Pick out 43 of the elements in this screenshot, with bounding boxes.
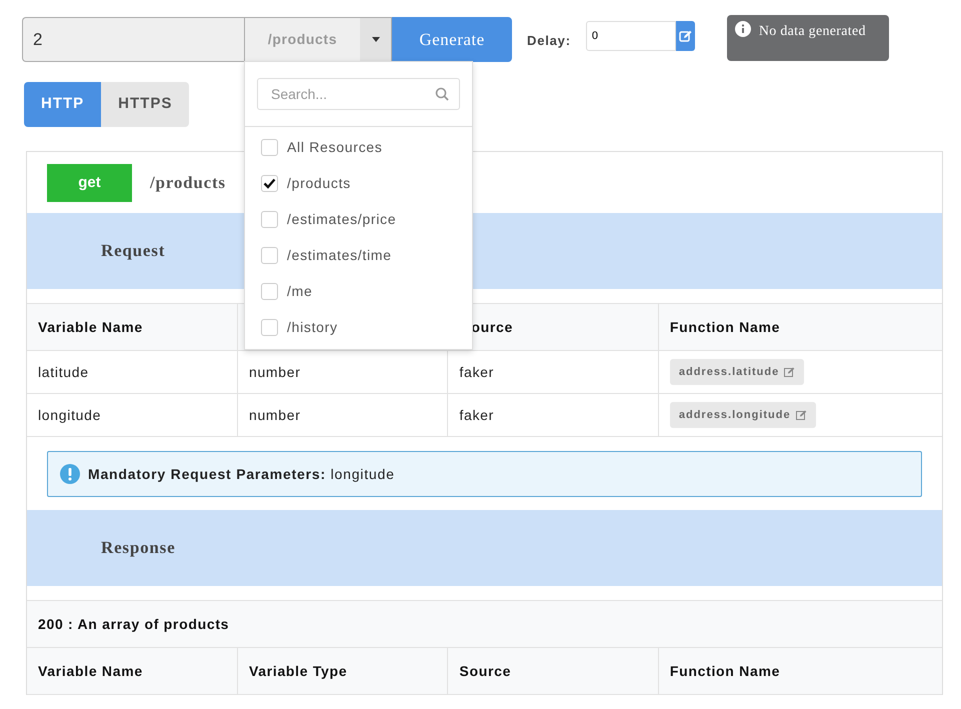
count-field[interactable]: 2 xyxy=(22,17,244,62)
search-icon xyxy=(435,87,449,101)
checkbox[interactable] xyxy=(261,246,278,264)
resource-option[interactable]: /estimates/time xyxy=(287,244,392,266)
table-cell: number xyxy=(237,394,448,436)
protocol-tab[interactable]: HTTPS xyxy=(101,82,190,127)
table-caption: 200 : An array of products xyxy=(27,600,942,648)
function-tag[interactable]: address.latitude xyxy=(670,358,804,386)
endpoint-path: /products xyxy=(150,172,226,194)
column-header: Variable Name xyxy=(27,648,238,694)
notice-text: Mandatory Request Parameters: longitude xyxy=(88,464,395,484)
status-message: No data generated xyxy=(726,15,889,61)
checkbox[interactable] xyxy=(261,318,278,336)
column-header: Variable Type xyxy=(237,648,448,694)
checkbox[interactable] xyxy=(261,282,278,300)
table-cell: faker xyxy=(448,350,658,394)
column-header: Variable Name xyxy=(27,304,238,350)
resource-option[interactable]: All Resources xyxy=(287,136,382,158)
edit-icon xyxy=(678,30,692,42)
exclamation-icon xyxy=(60,464,80,484)
delay-label: Delay: xyxy=(527,32,571,50)
section-header: Response xyxy=(27,510,942,586)
info-icon xyxy=(734,21,751,37)
column-header: Function Name xyxy=(658,648,942,694)
table-cell: latitude xyxy=(27,350,238,394)
delay-field[interactable]: 0 xyxy=(586,21,676,51)
resource-option[interactable]: /products xyxy=(287,172,351,194)
table-cell: faker xyxy=(448,394,658,436)
resource-option[interactable]: /history xyxy=(287,316,338,338)
method-badge: get xyxy=(47,164,132,202)
edit-icon xyxy=(784,367,796,377)
edit-button[interactable] xyxy=(676,21,695,51)
edit-icon xyxy=(796,410,807,420)
table-cell: number xyxy=(237,350,448,394)
table-cell: longitude xyxy=(27,394,238,436)
column-header: Source xyxy=(448,648,658,694)
column-header: Function Name xyxy=(658,304,942,350)
function-tag[interactable]: address.longitude xyxy=(670,402,816,428)
search-field[interactable]: Search... xyxy=(257,78,460,110)
caret-icon xyxy=(372,37,380,42)
checkbox[interactable] xyxy=(261,174,278,192)
checkbox[interactable] xyxy=(261,138,278,156)
checkbox[interactable] xyxy=(261,210,278,228)
